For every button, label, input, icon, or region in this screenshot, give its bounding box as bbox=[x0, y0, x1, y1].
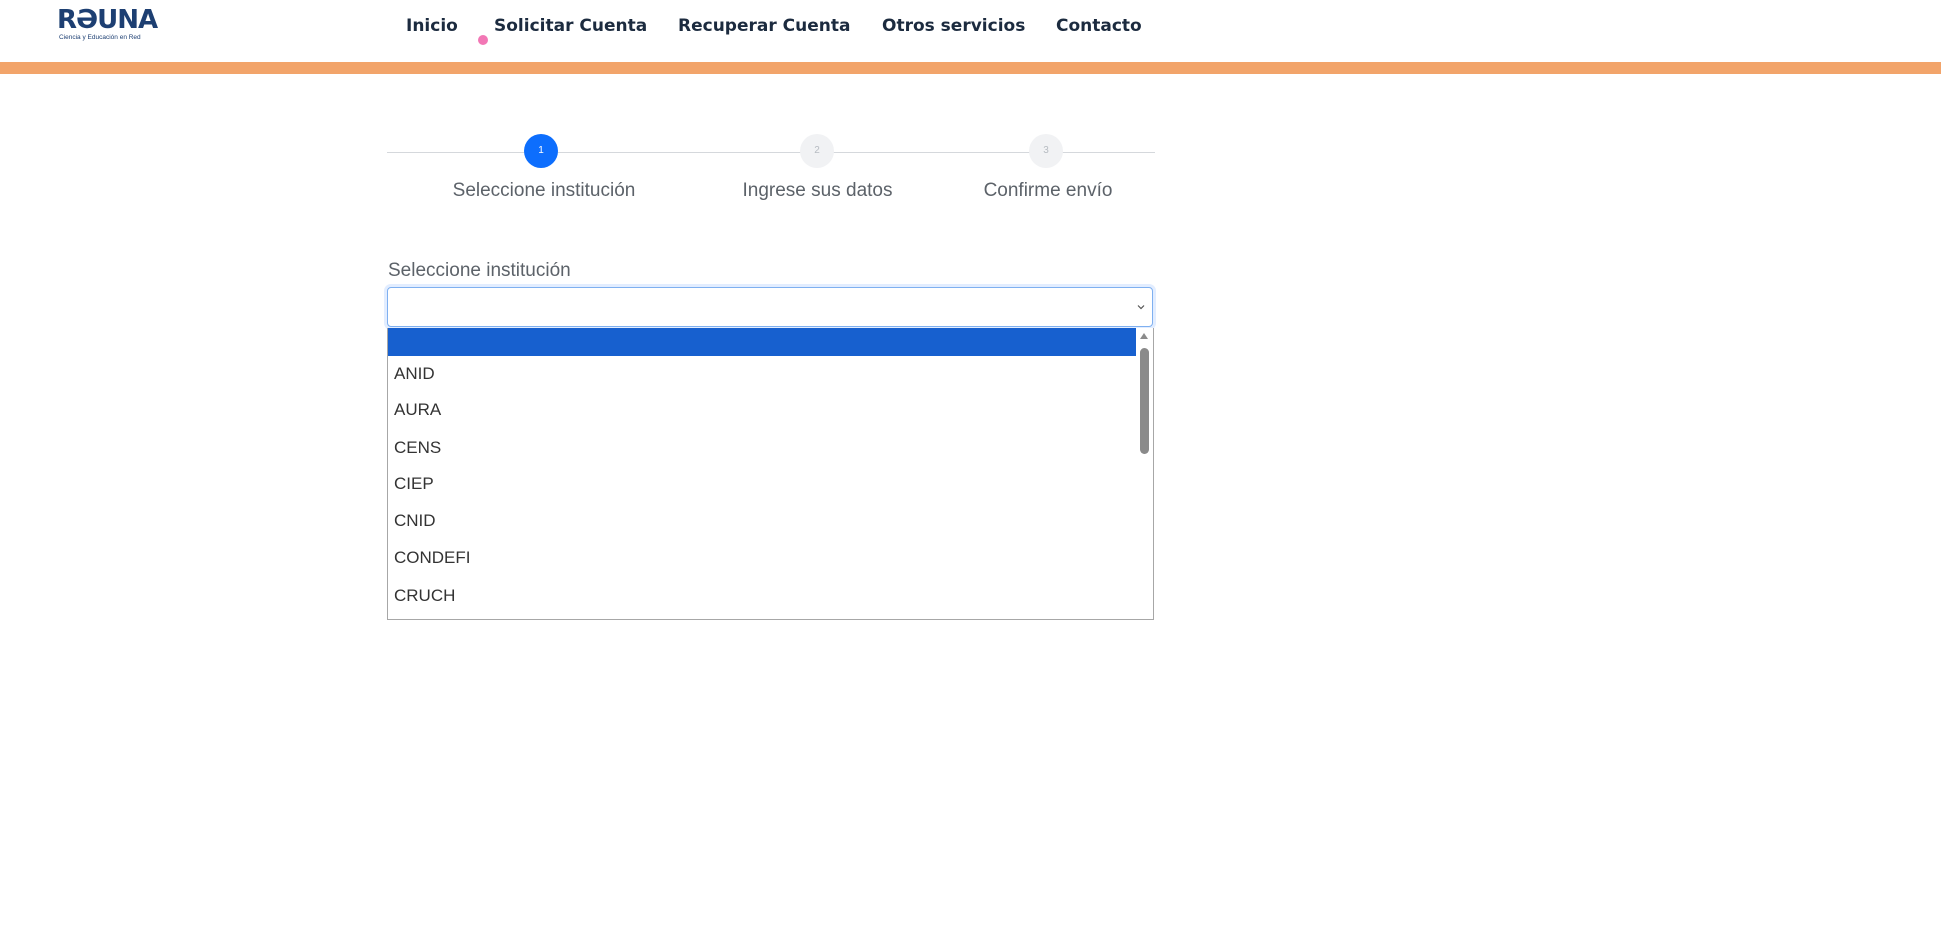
institution-dropdown-list[interactable]: ANID AURA CENS CIEP CNID CONDEFI CRUCH bbox=[387, 328, 1154, 620]
active-nav-indicator bbox=[478, 35, 488, 45]
scrollbar-thumb[interactable] bbox=[1140, 348, 1149, 454]
step-2-circle: 2 bbox=[800, 134, 834, 168]
institution-field-label: Seleccione institución bbox=[388, 260, 571, 281]
option-cruch[interactable]: CRUCH bbox=[388, 578, 1137, 614]
nav-item-inicio[interactable]: Inicio bbox=[406, 14, 458, 38]
site-header: RƏUNA Ciencia y Educación en Red Inicio … bbox=[0, 0, 1941, 62]
nav-item-contacto[interactable]: Contacto bbox=[1056, 14, 1142, 38]
institution-select[interactable] bbox=[387, 287, 1153, 327]
logo-wordmark: RƏUNA bbox=[57, 5, 158, 35]
nav-item-solicitar-cuenta[interactable]: Solicitar Cuenta bbox=[494, 14, 647, 38]
option-aura[interactable]: AURA bbox=[388, 392, 1137, 428]
dropdown-scrollbar[interactable] bbox=[1136, 328, 1153, 619]
step-3-circle: 3 bbox=[1029, 134, 1063, 168]
option-empty[interactable] bbox=[388, 328, 1137, 356]
step-2-label: Ingrese sus datos bbox=[742, 180, 893, 201]
step-3-label: Confirme envío bbox=[983, 180, 1113, 201]
option-anid[interactable]: ANID bbox=[388, 356, 1137, 392]
nav-item-otros-servicios[interactable]: Otros servicios bbox=[882, 14, 1025, 38]
option-condefi[interactable]: CONDEFI bbox=[388, 540, 1137, 576]
reuna-logo[interactable]: RƏUNA Ciencia y Educación en Red bbox=[57, 6, 177, 42]
logo-tagline: Ciencia y Educación en Red bbox=[59, 34, 141, 41]
nav-item-recuperar-cuenta[interactable]: Recuperar Cuenta bbox=[678, 14, 850, 38]
option-ciep[interactable]: CIEP bbox=[388, 466, 1137, 502]
scroll-up-arrow-icon[interactable] bbox=[1140, 333, 1148, 339]
option-cens[interactable]: CENS bbox=[388, 430, 1137, 466]
option-cnid[interactable]: CNID bbox=[388, 503, 1137, 539]
header-accent-bar bbox=[0, 62, 1941, 74]
step-1-label: Seleccione institución bbox=[452, 180, 636, 201]
chevron-down-icon bbox=[1137, 305, 1145, 310]
step-1-circle: 1 bbox=[524, 134, 558, 168]
